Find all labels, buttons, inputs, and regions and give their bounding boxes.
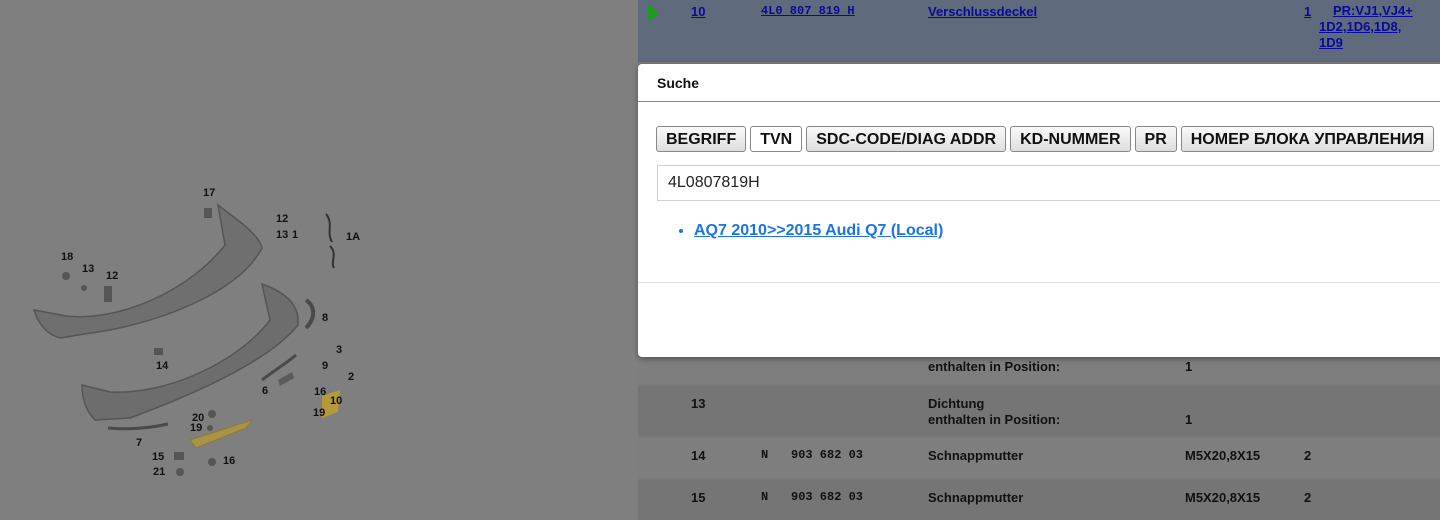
trim-strip[interactable] <box>107 422 169 431</box>
description-cell[interactable]: Verschlussdeckel <box>928 4 1037 19</box>
callout-label: 8 <box>322 312 328 324</box>
description-cell: Schnappmutter <box>928 448 1024 463</box>
nut-13 <box>81 285 87 291</box>
tab-kd-nummer[interactable]: KD-NUMMER <box>1010 126 1131 152</box>
spec-cell: M5X20,8X15 <box>1185 490 1261 505</box>
callout-label: 1 <box>292 229 298 241</box>
clip-15 <box>174 452 184 460</box>
callout-label: 2 <box>348 371 354 383</box>
callout-label: 15 <box>152 451 164 463</box>
callout-label: 9 <box>322 360 328 372</box>
tab-tvn[interactable]: TVN <box>750 126 803 152</box>
table-row[interactable]: 13 Dichtung enthalten in Position: 1 <box>638 386 1440 436</box>
callout-label: 18 <box>61 251 73 263</box>
nut-20 <box>208 410 216 418</box>
search-input[interactable] <box>657 165 1440 201</box>
tab-sdc-code[interactable]: SDC-CODE/DIAG ADDR <box>806 126 1007 152</box>
result-link[interactable]: AQ7 2010>>2015 Audi Q7 (Local) <box>694 222 943 239</box>
callout-label: 10 <box>330 395 342 407</box>
callout-label: 14 <box>156 360 169 372</box>
dialog-footer <box>638 282 1440 283</box>
quantity-cell: 2 <box>1304 448 1312 463</box>
part-number-cell: 903 682 03 <box>791 490 864 504</box>
play-icon[interactable] <box>648 4 659 22</box>
screw-18 <box>62 272 70 280</box>
quantity-cell: 2 <box>1304 490 1312 505</box>
clip-14 <box>154 348 163 355</box>
description-note: enthalten in Position: <box>928 359 1061 374</box>
screw-21 <box>176 468 184 476</box>
dialog-title: Suche <box>638 64 1440 102</box>
nut-19 <box>207 425 213 431</box>
description-cell: Dichtung <box>928 396 985 411</box>
search-results: AQ7 2010>>2015 Audi Q7 (Local) <box>678 222 943 240</box>
cap-part[interactable] <box>278 372 294 386</box>
code-cell-line[interactable]: 1D2,1D6,1D8, <box>1319 19 1401 35</box>
position-cell: 13 <box>691 396 706 411</box>
callout-label: 13 <box>276 229 288 241</box>
part-number-cell[interactable]: 4L0 807 819 H <box>761 4 855 18</box>
guide-arc[interactable] <box>304 298 316 330</box>
position-cell: 14 <box>691 448 706 463</box>
callout-label: 19 <box>313 407 325 419</box>
part-number-cell: 903 682 03 <box>791 448 864 462</box>
callout-label: 13 <box>82 263 94 275</box>
tab-control-unit-number[interactable]: НОМЕР БЛОКА УПРАВЛЕНИЯ <box>1180 126 1435 152</box>
table-row[interactable]: 14 N 903 682 03 Schnappmutter M5X20,8X15… <box>638 438 1440 478</box>
callout-label: 6 <box>262 385 268 397</box>
callout-label: 12 <box>276 213 288 225</box>
callout-label: 17 <box>203 187 215 199</box>
quantity-cell[interactable]: 1 <box>1304 4 1311 19</box>
callout-label: 16 <box>314 386 326 398</box>
tab-begriff[interactable]: BEGRIFF <box>656 126 747 152</box>
table-row[interactable]: 15 N 903 682 03 Schnappmutter M5X20,8X15… <box>638 480 1440 520</box>
code-cell-line[interactable]: 1D9 <box>1319 35 1343 51</box>
table-row[interactable]: 10 4L0 807 819 H Verschlussdeckel 1 PR:V… <box>638 0 1440 62</box>
callout-label: 7 <box>136 437 142 449</box>
position-cell: 15 <box>691 490 706 505</box>
list-item: AQ7 2010>>2015 Audi Q7 (Local) <box>694 222 943 240</box>
tab-pr[interactable]: PR <box>1134 126 1177 152</box>
callout-label: 3 <box>336 344 342 356</box>
bumper-diagram: 17 12 13 1 1A 18 13 12 8 3 2 9 6 16 10 1… <box>32 187 360 478</box>
n-cell: N <box>761 448 769 462</box>
callout-label: 16 <box>223 455 235 467</box>
screw-16 <box>208 458 216 466</box>
parts-diagram: 17 12 13 1 1A 18 13 12 8 3 2 9 6 16 10 1… <box>0 0 638 520</box>
code-cell-line[interactable]: PR:VJ1,VJ4+ <box>1333 3 1413 19</box>
quantity-cell: 1 <box>1185 412 1193 427</box>
description-cell: Schnappmutter <box>928 490 1024 505</box>
callout-label: 21 <box>153 466 165 478</box>
search-tabs: BEGRIFF TVN SDC-CODE/DIAG ADDR KD-NUMMER PR Н… <box>656 126 1438 154</box>
clip-set <box>325 213 335 269</box>
bracket-12 <box>104 286 112 302</box>
callout-label: 12 <box>106 270 118 282</box>
spec-cell: M5X20,8X15 <box>1185 448 1261 463</box>
bumper-cover-upper[interactable] <box>32 203 263 339</box>
callout-label: 1A <box>346 231 360 243</box>
description-note: enthalten in Position: <box>928 412 1061 427</box>
screw-17 <box>204 208 212 218</box>
callout-label: 19 <box>190 422 202 434</box>
n-cell: N <box>761 490 769 504</box>
search-dialog: Suche BEGRIFF TVN SDC-CODE/DIAG ADDR KD-NUM… <box>638 64 1440 357</box>
position-cell[interactable]: 10 <box>691 4 705 19</box>
quantity-cell: 1 <box>1185 359 1193 374</box>
